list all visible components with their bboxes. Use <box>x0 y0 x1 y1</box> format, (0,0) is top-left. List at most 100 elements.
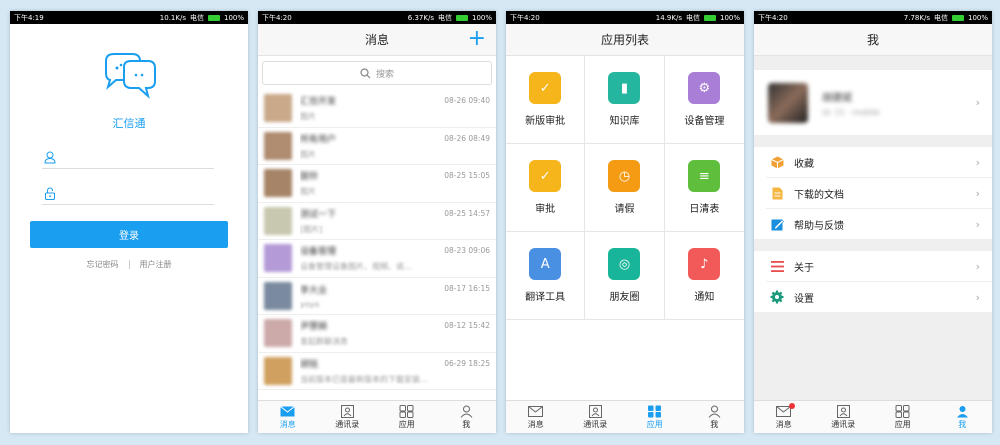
login-screen: 下午4:19 10.1K/s 电信 100% 汇信通 登录 忘记密码 用户注册 <box>10 11 248 433</box>
status-time: 下午4:20 <box>262 13 292 22</box>
network-speed: 6.37K/s <box>407 13 434 22</box>
grid-icon <box>895 404 910 418</box>
password-input[interactable] <box>62 186 214 203</box>
message-row[interactable]: 鼓铃 图片 08-25 15:05 <box>258 165 496 203</box>
app-label: 新版审批 <box>525 116 566 127</box>
message-row[interactable]: 设备管理 设备管理设备图片、视频、说... 08-23 09:06 <box>258 240 496 278</box>
tab-messages[interactable]: 消息 <box>754 401 814 433</box>
username-field[interactable] <box>42 148 214 169</box>
bell-icon: ♪ <box>688 248 721 280</box>
grid-icon <box>399 404 414 418</box>
avatar <box>264 281 292 310</box>
tab-me[interactable]: 我 <box>933 401 993 433</box>
book-icon: ▮ <box>608 72 641 104</box>
tab-contacts[interactable]: 通讯录 <box>814 401 874 433</box>
row-about[interactable]: 关于 › <box>754 251 992 281</box>
search-icon <box>360 67 371 78</box>
contacts-icon <box>340 404 354 418</box>
message-time: 08-26 08:49 <box>444 133 490 143</box>
app-name: 汇信通 <box>112 117 146 130</box>
profile-name: 胡建斌 <box>822 92 852 104</box>
message-row[interactable]: 尹慧娟 发起群聊消息 08-12 15:42 <box>258 315 496 353</box>
clock-icon: ◷ <box>608 160 641 192</box>
page-title: 我 <box>866 33 879 47</box>
message-preview: 图片 <box>300 149 316 159</box>
row-favorites[interactable]: 收藏 › <box>754 147 992 177</box>
message-time: 08-17 16:15 <box>444 283 490 293</box>
tab-bar: 消息 通讯录 应用 我 <box>506 400 744 433</box>
message-row[interactable]: 所有用户 图片 08-26 08:49 <box>258 128 496 165</box>
app-tile[interactable]: ▮ 知识库 <box>585 56 665 144</box>
chevron-right-icon: › <box>975 96 980 109</box>
search-placeholder: 搜索 <box>375 69 394 80</box>
tab-contacts[interactable]: 通讯录 <box>566 401 626 433</box>
tab-bar: 消息 通讯录 应用 我 <box>258 400 496 433</box>
app-tile[interactable]: ✓ 新版审批 <box>506 56 586 144</box>
register-link[interactable]: 用户注册 <box>140 259 172 270</box>
chevron-right-icon: › <box>975 291 980 304</box>
messages-screen: 下午4:20 6.37K/s 电信 100% 消息 + 搜索 汇信开发 图片 08-26… <box>258 11 496 433</box>
tab-messages[interactable]: 消息 <box>506 401 566 433</box>
message-preview: 图片 <box>300 187 316 197</box>
chevron-right-icon: › <box>975 187 980 200</box>
status-bar: 下午4:20 7.78K/s 电信 100% <box>754 11 992 24</box>
message-row[interactable]: 李大业 yoyo 08-17 16:15 <box>258 278 496 315</box>
message-row[interactable]: 汇信开发 图片 08-26 09:40 <box>258 90 496 128</box>
grid-icon <box>648 405 662 417</box>
battery-icon <box>703 14 716 21</box>
message-time: 08-26 09:40 <box>444 96 490 105</box>
app-tile[interactable]: ◎ 朋友圈 <box>585 232 665 320</box>
row-settings[interactable]: 设置 › <box>754 282 992 312</box>
tab-apps[interactable]: 应用 <box>873 401 933 433</box>
tab-label: 通讯录 <box>831 419 856 429</box>
message-time: 08-12 15:42 <box>444 321 490 330</box>
apps-screen: 下午4:20 14.9K/s 电信 100% 应用列表 ✓ 新版审批 ▮ 知识库 ⚙ 设备管理… <box>506 11 744 433</box>
apps-header: 应用列表 <box>506 24 744 56</box>
messages-header: 消息 + <box>258 24 496 56</box>
message-row[interactable]: 胡铭 当前版本已是最新版本的下载安装... 06-29 18:25 <box>258 353 496 390</box>
message-preview: 设备管理设备图片、视频、说... <box>300 262 412 272</box>
tab-messages[interactable]: 消息 <box>258 401 318 433</box>
tab-label: 我 <box>958 419 967 429</box>
person-icon <box>460 405 473 418</box>
battery-icon <box>207 14 220 21</box>
message-preview: [图片] <box>300 224 323 234</box>
profile-card[interactable]: 胡建斌 id: 11 · mobile › <box>754 70 992 135</box>
list-icon: ≡ <box>688 160 721 192</box>
app-tile[interactable]: ♪ 通知 <box>664 232 744 320</box>
forgot-password-link[interactable]: 忘记密码 <box>87 259 119 270</box>
unread-badge <box>788 403 795 409</box>
username-input[interactable] <box>62 150 214 167</box>
tab-label: 消息 <box>527 419 544 429</box>
tab-me[interactable]: 我 <box>685 401 745 433</box>
app-tile[interactable]: ⚙ 设备管理 <box>664 56 744 144</box>
gear-icon <box>770 290 784 304</box>
app-tile[interactable]: A 翻译工具 <box>506 232 586 320</box>
tab-label: 应用 <box>646 419 663 429</box>
tab-apps[interactable]: 应用 <box>377 401 437 433</box>
battery-icon <box>455 14 468 21</box>
add-icon[interactable]: + <box>468 27 486 51</box>
status-bar: 下午4:20 6.37K/s 电信 100% <box>258 11 496 24</box>
row-downloaded-docs[interactable]: 下载的文档 › <box>754 178 992 208</box>
avatar <box>264 206 292 235</box>
tab-me[interactable]: 我 <box>437 401 497 433</box>
search-input[interactable]: 搜索 <box>262 61 492 85</box>
tab-apps[interactable]: 应用 <box>625 401 685 433</box>
carrier-label: 电信 <box>933 13 948 22</box>
login-button[interactable]: 登录 <box>30 221 228 248</box>
gears-icon: ⚙ <box>688 72 721 104</box>
app-tile[interactable]: ✓ 审批 <box>506 144 586 232</box>
app-tile[interactable]: ◷ 请假 <box>585 144 665 232</box>
me-header: 我 <box>754 24 992 56</box>
tab-contacts[interactable]: 通讯录 <box>318 401 378 433</box>
user-icon <box>44 151 56 164</box>
row-help-feedback[interactable]: 帮助与反馈 › <box>754 209 992 239</box>
app-tile[interactable]: ≡ 日清表 <box>664 144 744 232</box>
carrier-label: 电信 <box>685 13 700 22</box>
tab-label: 应用 <box>894 419 911 429</box>
battery-level: 100% <box>471 13 492 22</box>
message-row[interactable]: 测试一下 [图片] 08-25 14:57 <box>258 203 496 240</box>
message-preview: 图片 <box>300 112 316 122</box>
password-field[interactable] <box>42 184 214 205</box>
